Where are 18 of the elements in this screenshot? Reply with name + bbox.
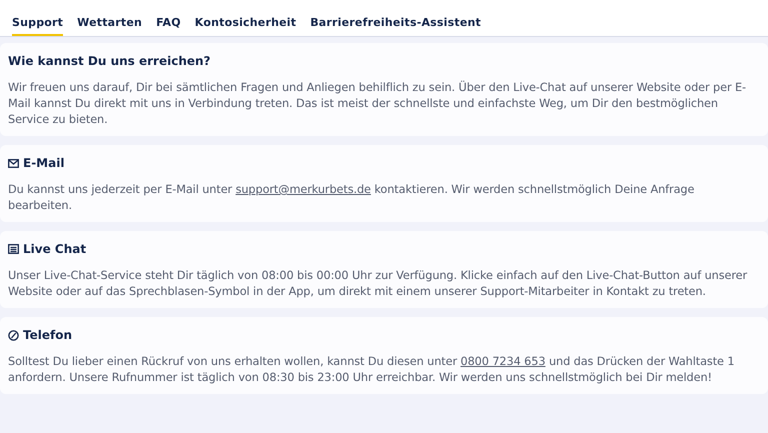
section-heading: Telefon <box>23 327 72 344</box>
tab[interactable]: Wettarten <box>77 13 142 36</box>
list-icon <box>8 244 19 254</box>
link[interactable]: support@merkurbets.de <box>236 183 371 196</box>
section-heading: Wie kannst Du uns erreichen? <box>8 53 210 70</box>
tab[interactable]: FAQ <box>156 13 181 36</box>
link[interactable]: 0800 7234 653 <box>460 355 546 368</box>
tab[interactable]: Support <box>12 13 64 36</box>
section-heading: E-Mail <box>23 155 64 172</box>
paragraph: Unser Live-Chat-Service steht Dir täglich von 08:00 bis 00:00 Uhr zur Verfügung. Klicke einfach auf den Live-Chat-Button auf unserer Website oder auf das Sprechblasen-Symbol in der App, um direkt mit einem unserer Support-Mitarbeiter in Kontakt zu treten. <box>8 268 748 300</box>
envelope-icon <box>8 158 19 168</box>
phone-icon <box>8 330 19 340</box>
paragraph: Du kannst uns jederzeit per E-Mail unter support@merkurbets.de kontaktieren. Wir werden schnellstmöglich Deine Anfrage bearbeiten. <box>8 182 696 214</box>
paragraph: Wir freuen uns darauf, Dir bei sämtlichen Fragen und Anliegen behilflich zu sein. Über den Live-Chat auf unserer Website oder per E-Mail kannst Du direkt mit uns in Verbindung treten. Das ist meist der schnellste und einfachste Weg, um Dir den bestmöglichen Service zu bieten. <box>8 80 748 128</box>
paragraph: Solltest Du lieber einen Rückruf von uns erhalten wollen, kannst Du diesen unter 0800 7234 653 und das Drücken der Wahltaste 1 anfordern. Unsere Rufnummer ist täglich von 08:30 bis 23:00 Uhr erreichbar. Wir werden uns schnellstmöglich bei Dir melden! <box>8 354 736 386</box>
section-heading: Live Chat <box>23 241 86 258</box>
tab[interactable]: Kontosicherheit <box>194 13 296 36</box>
tab[interactable]: Barrierefreiheits-Assistent <box>310 13 482 36</box>
